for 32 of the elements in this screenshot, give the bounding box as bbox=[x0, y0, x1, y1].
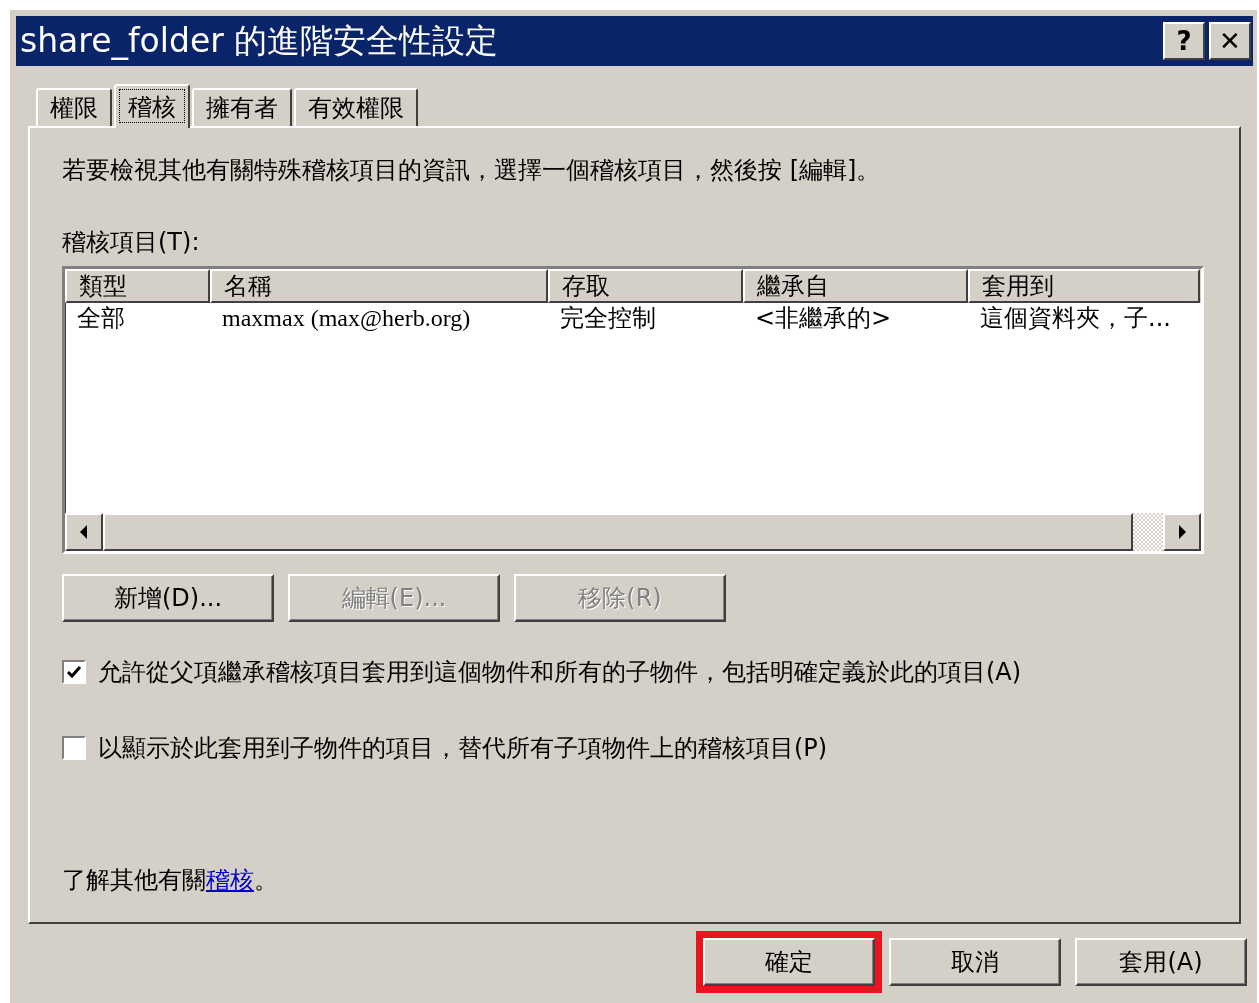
column-header[interactable]: 類型 bbox=[65, 269, 210, 303]
table-cell-text: 這個資料夾，子... bbox=[979, 303, 1172, 333]
column-header[interactable]: 名稱 bbox=[210, 269, 548, 303]
checkmark-icon bbox=[65, 663, 83, 681]
checkbox-label: 以顯示於此套用到子物件的項目，替代所有子項物件上的稽核項目(P) bbox=[98, 733, 828, 764]
list-label: 稽核項目(T): bbox=[62, 227, 201, 258]
help-button[interactable]: ? bbox=[1163, 22, 1205, 60]
table-cell-text: 全部 bbox=[76, 303, 126, 333]
checkbox-label: 允許從父項繼承稽核項目套用到這個物件和所有的子物件，包括明確定義於此的項目(A) bbox=[98, 657, 1022, 688]
tab[interactable]: 有效權限 bbox=[294, 88, 418, 126]
cancel-button[interactable]: 取消 bbox=[889, 938, 1061, 986]
table-cell-text: 完全控制 bbox=[559, 303, 657, 333]
apply-button[interactable]: 套用(A) bbox=[1075, 938, 1247, 986]
instruction-text: 若要檢視其他有關特殊稽核項目的資訊，選擇一個稽核項目，然後按 [編輯]。 bbox=[62, 155, 882, 186]
tab[interactable]: 擁有者 bbox=[192, 88, 292, 126]
tab[interactable]: 權限 bbox=[36, 88, 112, 126]
checkbox[interactable] bbox=[62, 660, 86, 684]
close-button[interactable]: ✕ bbox=[1209, 22, 1251, 60]
column-header[interactable]: 存取 bbox=[548, 269, 743, 303]
column-header[interactable]: 套用到 bbox=[968, 269, 1200, 303]
table-row[interactable]: 全部 maxmax (max@herb.org) 完全控制 <非繼承的> 這個資料夾，子... bbox=[65, 303, 1201, 333]
scroll-right-icon[interactable] bbox=[1163, 513, 1201, 551]
window-title: share_folder 的進階安全性設定 bbox=[20, 19, 499, 62]
learn-more-text: 了解其他有關稽核。 bbox=[62, 865, 279, 896]
audit-link[interactable]: 稽核 bbox=[206, 866, 254, 894]
checkbox[interactable] bbox=[62, 736, 86, 760]
table-cell-text: <非繼承的> bbox=[754, 303, 893, 333]
table-cell-text: maxmax (max@herb.org) bbox=[221, 304, 472, 333]
tab[interactable]: 稽核 bbox=[114, 84, 190, 128]
scroll-left-icon[interactable] bbox=[65, 513, 103, 551]
add-button[interactable]: 新增(D)... bbox=[62, 574, 274, 622]
column-header[interactable]: 繼承自 bbox=[743, 269, 968, 303]
